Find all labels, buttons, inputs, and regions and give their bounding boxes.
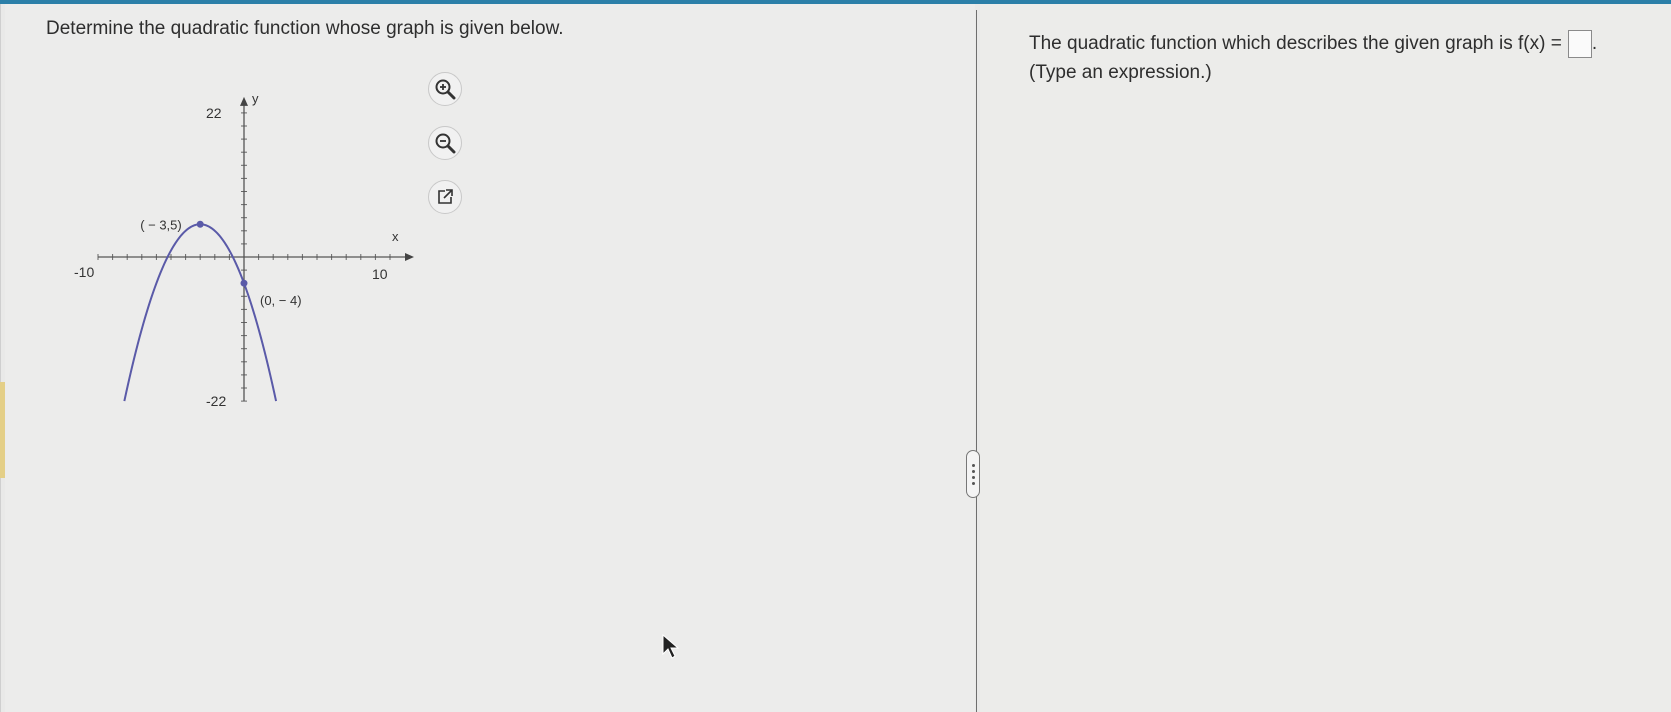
vertex-label: ( − 3,5)	[140, 217, 182, 232]
y-max-tick-label: 22	[206, 105, 222, 121]
answer-pane	[980, 4, 1671, 712]
mouse-cursor-icon	[662, 634, 680, 659]
left-edge-line	[0, 4, 1, 712]
answer-statement: The quadratic function which describes t…	[1029, 30, 1597, 58]
x-min-tick-label: -10	[74, 264, 94, 280]
answer-input-box[interactable]	[1567, 30, 1592, 58]
popout-button[interactable]	[428, 180, 462, 214]
external-link-icon	[438, 189, 453, 204]
answer-statement-text: The quadratic function which describes t…	[1029, 33, 1562, 54]
y-intercept-label: (0, − 4)	[260, 293, 302, 308]
answer-period: .	[1591, 33, 1598, 54]
answer-instruction: (Type an expression.)	[1029, 62, 1212, 83]
zoom-out-icon	[435, 133, 456, 154]
parabola-graph: x y -10 10 22 -22 ( − 3,5) (0, − 4)	[74, 91, 414, 409]
vertex-point	[196, 220, 204, 228]
y-axis-arrow	[240, 96, 248, 106]
x-axis-label: x	[392, 229, 399, 244]
zoom-in-button[interactable]	[428, 72, 462, 106]
parabola-curve	[123, 223, 278, 402]
y-axis-label: y	[252, 91, 259, 106]
x-axis-arrow	[405, 253, 414, 261]
x-max-tick-label: 10	[372, 266, 388, 282]
zoom-out-button[interactable]	[428, 126, 462, 160]
y-intercept-point	[240, 279, 248, 287]
y-min-tick-label: -22	[206, 393, 226, 409]
zoom-in-icon	[435, 79, 456, 100]
pane-divider	[976, 10, 977, 712]
divider-drag-handle[interactable]	[966, 450, 980, 498]
question-prompt: Determine the quadratic function whose g…	[46, 18, 564, 39]
